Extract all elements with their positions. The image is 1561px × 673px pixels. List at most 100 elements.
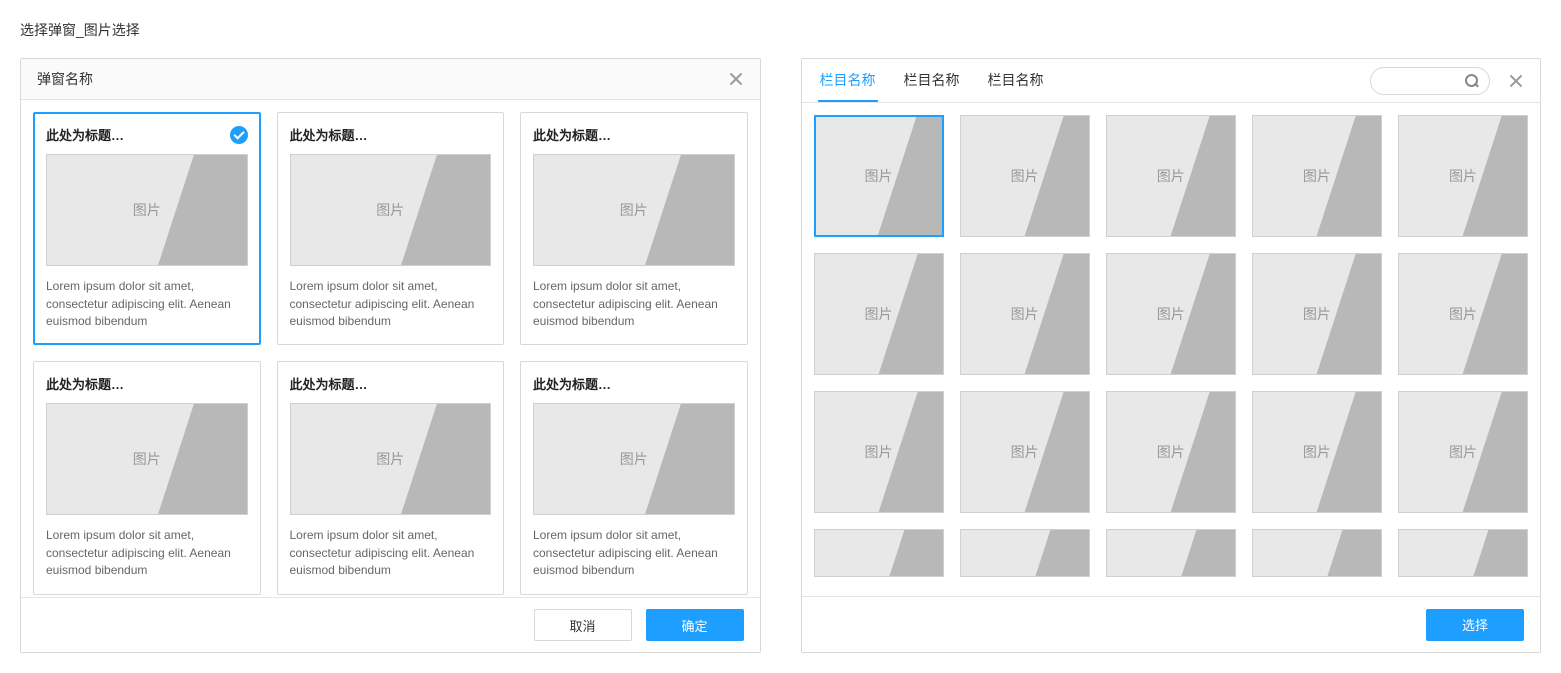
dialog-body-right: 图片图片图片图片图片图片图片图片图片图片图片图片图片图片图片 <box>802 103 1541 596</box>
image-item[interactable]: 图片 <box>1398 391 1528 513</box>
tab[interactable]: 栏目名称 <box>818 59 878 102</box>
image-placeholder: 图片 <box>814 115 944 237</box>
card-title: 此处为标题… <box>533 125 611 144</box>
image-card[interactable]: 此处为标题… 图片 Lorem ipsum dolor sit amet, cons… <box>33 361 261 594</box>
close-icon[interactable] <box>1508 73 1524 89</box>
image-placeholder <box>814 529 944 577</box>
image-placeholder: 图片 <box>290 154 492 266</box>
image-placeholder <box>960 529 1090 577</box>
image-placeholder: 图片 <box>1106 391 1236 513</box>
image-item[interactable] <box>1106 529 1236 577</box>
placeholder-label: 图片 <box>620 449 648 469</box>
image-placeholder <box>1398 529 1528 577</box>
image-placeholder: 图片 <box>1252 253 1382 375</box>
image-placeholder: 图片 <box>533 403 735 515</box>
image-item[interactable]: 图片 <box>1106 253 1236 375</box>
search-input[interactable] <box>1395 74 1465 88</box>
image-item[interactable]: 图片 <box>1398 253 1528 375</box>
image-placeholder: 图片 <box>814 391 944 513</box>
image-card[interactable]: 此处为标题… 图片 Lorem ipsum dolor sit amet, cons… <box>520 112 748 345</box>
image-item[interactable]: 图片 <box>1252 391 1382 513</box>
image-placeholder <box>1106 529 1236 577</box>
image-item[interactable] <box>960 529 1090 577</box>
card-title: 此处为标题… <box>533 374 611 393</box>
image-placeholder: 图片 <box>533 154 735 266</box>
placeholder-label: 图片 <box>376 200 404 220</box>
image-placeholder: 图片 <box>46 403 248 515</box>
image-placeholder: 图片 <box>1398 115 1528 237</box>
dialog-body-left: 此处为标题… 图片 Lorem ipsum dolor sit amet, cons… <box>21 100 760 597</box>
card-desc: Lorem ipsum dolor sit amet, consectetur … <box>533 278 735 330</box>
dialog-right: 栏目名称栏目名称栏目名称 图片图片图片图片图片图片图片图片图片图片图片图片图片图… <box>801 58 1542 653</box>
card-desc: Lorem ipsum dolor sit amet, consectetur … <box>290 527 492 579</box>
image-item[interactable]: 图片 <box>960 253 1090 375</box>
card-title: 此处为标题… <box>46 374 124 393</box>
dialog-left: 弹窗名称 此处为标题… 图片 Lorem ipsum dolor sit amet,… <box>20 58 761 653</box>
image-card[interactable]: 此处为标题…图片Lorem ipsum dolor sit amet, cons… <box>277 112 505 345</box>
search-box[interactable] <box>1370 67 1490 95</box>
card-desc: Lorem ipsum dolor sit amet, consectetur … <box>46 527 248 579</box>
placeholder-label: 图片 <box>1449 304 1477 324</box>
card-desc: Lorem ipsum dolor sit amet, consectetur … <box>290 278 492 330</box>
placeholder-label: 图片 <box>1449 442 1477 462</box>
image-item[interactable] <box>1398 529 1528 577</box>
placeholder-label: 图片 <box>1303 166 1331 186</box>
image-placeholder: 图片 <box>1106 253 1236 375</box>
image-placeholder: 图片 <box>960 253 1090 375</box>
placeholder-label: 图片 <box>133 449 161 469</box>
placeholder-label: 图片 <box>1303 442 1331 462</box>
image-placeholder <box>1252 529 1382 577</box>
image-item[interactable]: 图片 <box>1106 115 1236 237</box>
placeholder-label: 图片 <box>1449 166 1477 186</box>
dialog-footer-right: 选择 <box>802 596 1541 652</box>
dialog-header-left: 弹窗名称 <box>21 59 760 100</box>
image-placeholder: 图片 <box>814 253 944 375</box>
card-desc: Lorem ipsum dolor sit amet, consectetur … <box>46 278 248 330</box>
placeholder-label: 图片 <box>376 449 404 469</box>
placeholder-label: 图片 <box>865 304 893 324</box>
page-title: 选择弹窗_图片选择 <box>20 20 1541 40</box>
placeholder-label: 图片 <box>620 200 648 220</box>
image-item[interactable] <box>814 529 944 577</box>
close-icon[interactable] <box>728 71 744 87</box>
dialog-footer-left: 取消 确定 <box>21 597 760 652</box>
card-title: 此处为标题… <box>46 125 124 144</box>
image-card[interactable]: 此处为标题…图片Lorem ipsum dolor sit amet, cons… <box>277 361 505 594</box>
image-item[interactable]: 图片 <box>814 253 944 375</box>
image-item[interactable]: 图片 <box>1252 115 1382 237</box>
search-icon <box>1465 74 1479 88</box>
tab[interactable]: 栏目名称 <box>902 59 962 102</box>
image-item[interactable]: 图片 <box>1252 253 1382 375</box>
cancel-button[interactable]: 取消 <box>534 609 632 641</box>
image-placeholder: 图片 <box>1398 253 1528 375</box>
placeholder-label: 图片 <box>133 200 161 220</box>
placeholder-label: 图片 <box>865 442 893 462</box>
image-placeholder: 图片 <box>1252 391 1382 513</box>
image-placeholder: 图片 <box>1398 391 1528 513</box>
placeholder-label: 图片 <box>1011 304 1039 324</box>
image-item[interactable]: 图片 <box>960 115 1090 237</box>
placeholder-label: 图片 <box>1157 304 1185 324</box>
image-card[interactable]: 此处为标题… 图片 Lorem ipsum dolor sit amet, cons… <box>33 112 261 345</box>
image-item[interactable]: 图片 <box>1106 391 1236 513</box>
dialog-title-left: 弹窗名称 <box>37 69 93 89</box>
image-item[interactable] <box>1252 529 1382 577</box>
confirm-button[interactable]: 确定 <box>646 609 744 641</box>
placeholder-label: 图片 <box>1157 442 1185 462</box>
select-button[interactable]: 选择 <box>1426 609 1524 641</box>
image-placeholder: 图片 <box>960 391 1090 513</box>
tab[interactable]: 栏目名称 <box>986 59 1046 102</box>
placeholder-label: 图片 <box>1303 304 1331 324</box>
check-icon <box>230 126 248 144</box>
placeholder-label: 图片 <box>1157 166 1185 186</box>
card-desc: Lorem ipsum dolor sit amet, consectetur … <box>533 527 735 579</box>
image-item[interactable]: 图片 <box>814 115 944 237</box>
image-item[interactable]: 图片 <box>1398 115 1528 237</box>
image-placeholder: 图片 <box>46 154 248 266</box>
image-card[interactable]: 此处为标题… 图片 Lorem ipsum dolor sit amet, cons… <box>520 361 748 594</box>
image-placeholder: 图片 <box>1106 115 1236 237</box>
image-item[interactable]: 图片 <box>960 391 1090 513</box>
image-placeholder: 图片 <box>290 403 492 515</box>
image-item[interactable]: 图片 <box>814 391 944 513</box>
placeholder-label: 图片 <box>865 166 893 186</box>
